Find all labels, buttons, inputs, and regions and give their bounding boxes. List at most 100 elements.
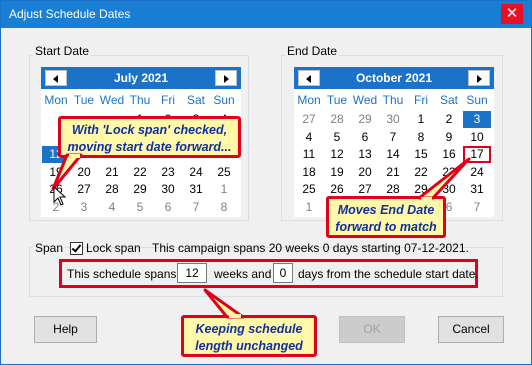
callout-line: With 'Lock span' checked, xyxy=(71,123,228,137)
calendar-day[interactable]: 7 xyxy=(463,199,491,216)
calendar-day[interactable]: 16 xyxy=(435,146,463,163)
calendar-day[interactable]: 12 xyxy=(323,146,351,163)
title-bar: Adjust Schedule Dates ✕ xyxy=(1,1,531,28)
calendar-day[interactable]: 4 xyxy=(98,199,126,216)
calendar-day[interactable]: 31 xyxy=(463,181,491,198)
calendar-day[interactable]: 19 xyxy=(42,164,70,181)
help-button[interactable]: Help xyxy=(34,316,97,343)
window-title: Adjust Schedule Dates xyxy=(9,7,131,21)
cancel-button[interactable]: Cancel xyxy=(438,316,504,343)
calendar-day[interactable]: 7 xyxy=(379,129,407,146)
calendar-day[interactable]: 25 xyxy=(295,181,323,198)
calendar-day[interactable]: 7 xyxy=(182,199,210,216)
calendar-day[interactable]: 20 xyxy=(70,164,98,181)
end-date-label: End Date xyxy=(285,44,340,58)
start-date-label: Start Date xyxy=(33,44,92,58)
lock-span-checkbox[interactable] xyxy=(70,242,83,255)
calendar-day[interactable]: 23 xyxy=(435,164,463,181)
calendar-day[interactable]: 21 xyxy=(98,164,126,181)
calendar-day[interactable]: 29 xyxy=(351,111,379,128)
next-month-button[interactable] xyxy=(468,70,490,86)
day-of-week-label: Mon xyxy=(44,93,68,107)
calendar-day[interactable]: 2 xyxy=(435,111,463,128)
campaign-span-text: This campaign spans 20 weeks 0 days star… xyxy=(152,241,469,255)
calendar-day[interactable]: 31 xyxy=(182,181,210,198)
check-icon xyxy=(71,242,82,253)
calendar-day[interactable]: 11 xyxy=(295,146,323,163)
calendar-day[interactable]: 27 xyxy=(295,111,323,128)
calendar-day[interactable]: 22 xyxy=(126,164,154,181)
days-label: days from the schedule start date. xyxy=(298,267,479,281)
calendar-day[interactable]: 15 xyxy=(407,146,435,163)
day-of-week-label: Fri xyxy=(161,93,175,107)
calendar-month-label: July 2021 xyxy=(113,71,169,85)
calendar-day[interactable]: 4 xyxy=(295,129,323,146)
calendar-day[interactable]: 24 xyxy=(463,164,491,181)
calendar-day[interactable]: 28 xyxy=(323,111,351,128)
day-of-week-label: Mon xyxy=(297,93,321,107)
callout-line: Keeping schedule xyxy=(195,322,303,336)
calendar-day[interactable]: 25 xyxy=(210,164,238,181)
day-of-week-label: Tue xyxy=(73,93,95,107)
calendar-day[interactable]: 19 xyxy=(323,164,351,181)
calendar-day[interactable]: 14 xyxy=(379,146,407,163)
callout-line: length unchanged xyxy=(195,339,303,353)
calendar-day[interactable]: 5 xyxy=(126,199,154,216)
calendar-day[interactable]: 20 xyxy=(351,164,379,181)
calendar-day[interactable]: 29 xyxy=(126,181,154,198)
day-of-week-label: Thu xyxy=(129,93,151,107)
day-of-week-label: Sun xyxy=(466,93,488,107)
weeks-input[interactable]: 12 xyxy=(177,263,207,283)
day-of-week-label: Wed xyxy=(99,93,125,107)
calendar-day[interactable]: 10 xyxy=(463,129,491,146)
close-icon[interactable]: ✕ xyxy=(501,4,523,24)
day-of-week-label: Wed xyxy=(352,93,378,107)
calendar-day[interactable]: 22 xyxy=(407,164,435,181)
adjust-schedule-dialog: Adjust Schedule Dates ✕ Start Date July … xyxy=(0,0,532,365)
calendar-day[interactable]: 18 xyxy=(295,164,323,181)
day-of-week-label: Thu xyxy=(382,93,404,107)
calendar-day[interactable]: 30 xyxy=(379,111,407,128)
chevron-right-icon xyxy=(477,75,482,83)
calendar-day[interactable]: 23 xyxy=(154,164,182,181)
days-input[interactable]: 0 xyxy=(273,263,293,283)
calendar-header: October 2021 xyxy=(294,67,494,89)
schedule-span-prefix: This schedule spans xyxy=(67,267,177,281)
calendar-day[interactable]: 3 xyxy=(463,111,491,128)
calendar-day[interactable]: 1 xyxy=(210,181,238,198)
day-of-week-label: Sun xyxy=(213,93,235,107)
callout-line: forward to match xyxy=(335,220,437,234)
lock-span-label[interactable]: Lock span xyxy=(86,241,141,255)
calendar-day[interactable]: 8 xyxy=(210,199,238,216)
calendar-day[interactable]: 30 xyxy=(154,181,182,198)
calendar-day[interactable]: 1 xyxy=(407,111,435,128)
end-date-calendar[interactable]: October 2021 Mon Tue Wed Thu Fri Sat Sun 27 28 29… xyxy=(294,67,494,217)
day-of-week-label: Tue xyxy=(326,93,348,107)
calendar-day[interactable]: 27 xyxy=(70,181,98,198)
calendar-day[interactable]: 21 xyxy=(379,164,407,181)
day-of-week-label: Sat xyxy=(186,93,205,107)
day-of-week-label: Fri xyxy=(414,93,428,107)
calendar-day[interactable]: 6 xyxy=(351,129,379,146)
mouse-cursor-icon xyxy=(53,186,67,206)
calendar-day[interactable]: 1 xyxy=(295,199,323,216)
ok-button[interactable]: OK xyxy=(339,316,405,343)
calendar-day[interactable]: 24 xyxy=(182,164,210,181)
calendar-day[interactable]: 3 xyxy=(70,199,98,216)
calendar-day[interactable]: 8 xyxy=(407,129,435,146)
calendar-header: July 2021 xyxy=(41,67,241,89)
weeks-label: weeks and xyxy=(214,267,272,281)
length-callout: Keeping schedule length unchanged xyxy=(181,315,317,357)
calendar-day[interactable]: 13 xyxy=(351,146,379,163)
chevron-right-icon xyxy=(224,75,229,83)
calendar-day[interactable]: 17 xyxy=(463,146,491,163)
calendar-day[interactable]: 5 xyxy=(323,129,351,146)
next-month-button[interactable] xyxy=(215,70,237,86)
calendar-day[interactable]: 9 xyxy=(435,129,463,146)
calendar-day[interactable]: 28 xyxy=(98,181,126,198)
calendar-day[interactable]: 6 xyxy=(154,199,182,216)
callout-line: Moves End Date xyxy=(337,203,435,217)
lock-span-callout: With 'Lock span' checked, moving start d… xyxy=(58,116,241,158)
end-date-callout: Moves End Date forward to match xyxy=(326,196,446,238)
span-group-label: Span xyxy=(33,241,66,255)
